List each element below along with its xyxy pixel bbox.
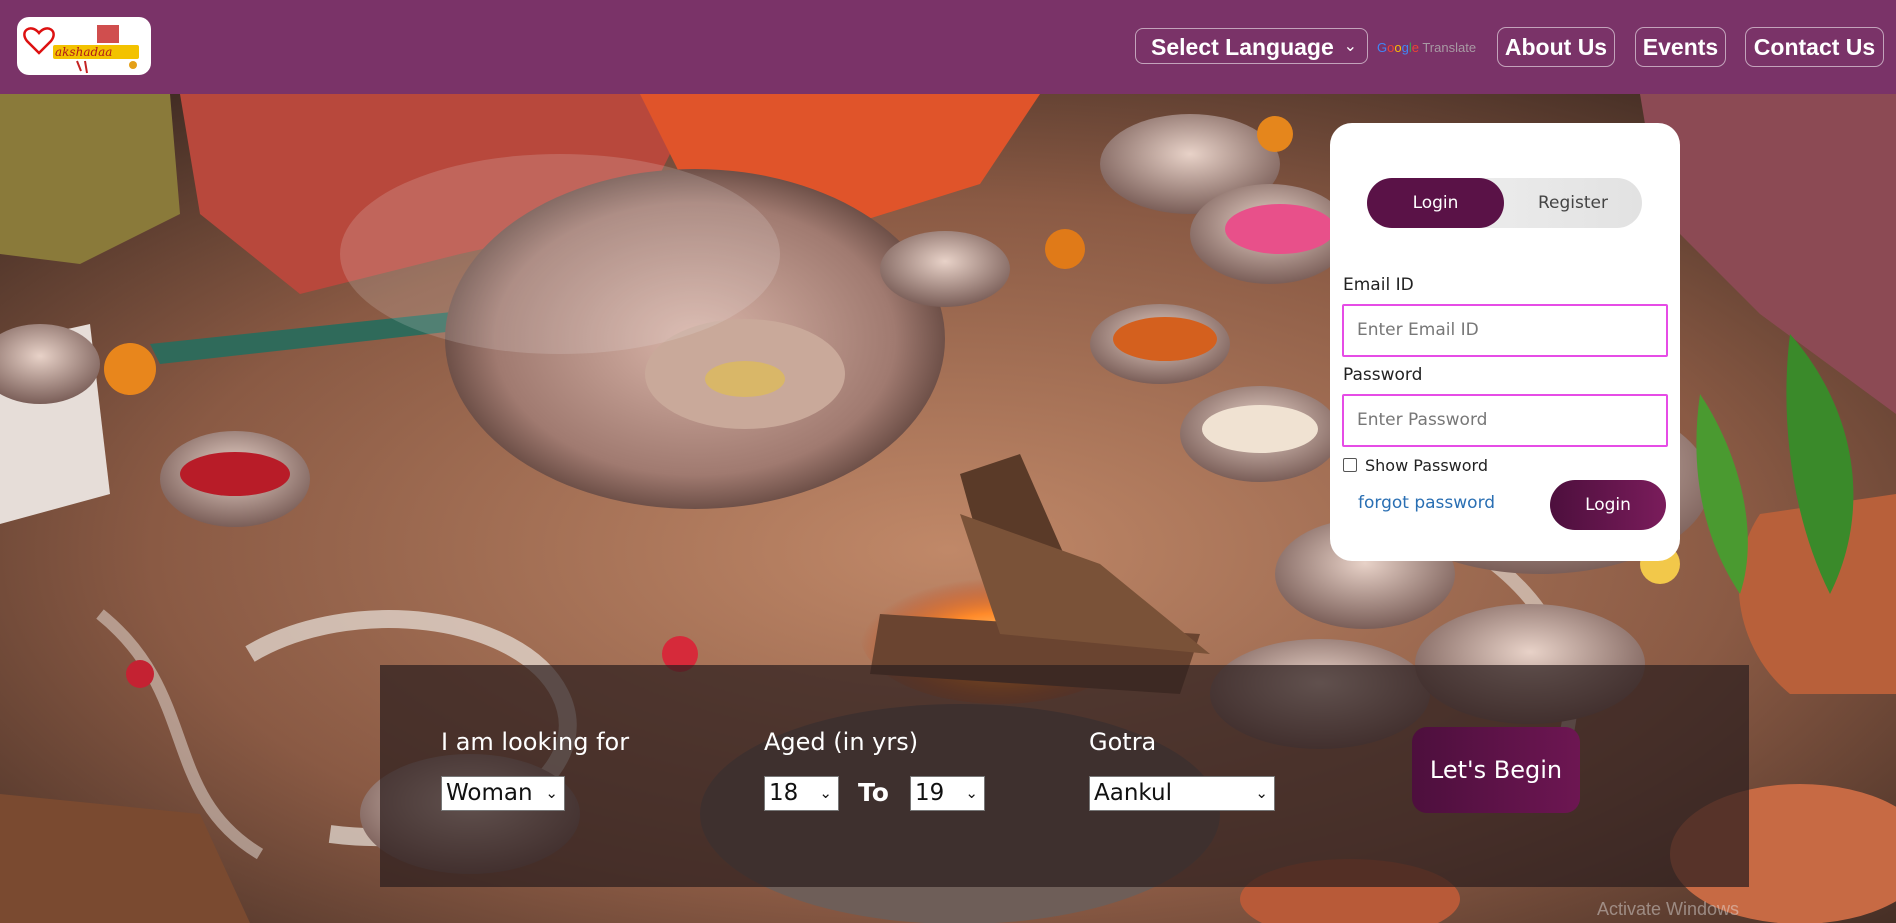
chevron-down-icon: ⌄ bbox=[965, 784, 978, 802]
forgot-password-link[interactable]: forgot password bbox=[1358, 493, 1495, 513]
google-letter: g bbox=[1401, 40, 1409, 55]
language-select-label: Select Language bbox=[1151, 34, 1334, 60]
google-translate-badge[interactable]: Google Translate bbox=[1377, 40, 1476, 55]
age-label: Aged (in yrs) bbox=[764, 728, 919, 756]
brand-logo[interactable]: akshadaa bbox=[17, 17, 151, 75]
top-navbar: akshadaa Select Language ⌄ Google Transl… bbox=[0, 0, 1896, 94]
tab-login[interactable]: Login bbox=[1367, 178, 1504, 228]
age-to-select[interactable]: 19 ⌄ bbox=[910, 776, 985, 811]
age-from-value: 18 bbox=[769, 780, 799, 806]
login-card: Login Register Email ID Enter Email ID P… bbox=[1330, 123, 1680, 561]
password-placeholder: Enter Password bbox=[1357, 410, 1488, 430]
age-to-separator: To bbox=[858, 778, 889, 807]
email-label: Email ID bbox=[1343, 275, 1414, 295]
age-from-select[interactable]: 18 ⌄ bbox=[764, 776, 839, 811]
google-letter: G bbox=[1377, 40, 1388, 55]
email-placeholder: Enter Email ID bbox=[1357, 320, 1479, 340]
password-input[interactable]: Enter Password bbox=[1342, 394, 1668, 447]
nav-about-us[interactable]: About Us bbox=[1497, 27, 1615, 67]
show-password-label: Show Password bbox=[1365, 456, 1488, 475]
nav-contact-us[interactable]: Contact Us bbox=[1745, 27, 1884, 67]
svg-text:akshadaa: akshadaa bbox=[55, 45, 112, 59]
login-submit-button[interactable]: Login bbox=[1550, 480, 1666, 530]
tab-register[interactable]: Register bbox=[1504, 178, 1642, 228]
age-to-value: 19 bbox=[915, 780, 945, 806]
looking-for-value: Woman bbox=[446, 780, 533, 806]
looking-for-label: I am looking for bbox=[441, 728, 630, 756]
chevron-down-icon: ⌄ bbox=[1343, 38, 1357, 55]
show-password-toggle[interactable]: Show Password bbox=[1343, 456, 1488, 475]
chevron-down-icon: ⌄ bbox=[819, 784, 832, 802]
translate-label: Translate bbox=[1422, 40, 1477, 55]
lets-begin-button[interactable]: Let's Begin bbox=[1412, 727, 1580, 813]
gotra-select[interactable]: Aankul ⌄ bbox=[1089, 776, 1275, 811]
chevron-down-icon: ⌄ bbox=[1255, 784, 1268, 802]
gotra-label: Gotra bbox=[1089, 728, 1157, 756]
language-select[interactable]: Select Language ⌄ bbox=[1135, 28, 1368, 64]
nav-events[interactable]: Events bbox=[1635, 27, 1726, 67]
partner-search-panel: I am looking for Woman ⌄ Aged (in yrs) 1… bbox=[380, 665, 1749, 887]
email-input[interactable]: Enter Email ID bbox=[1342, 304, 1668, 357]
looking-for-select[interactable]: Woman ⌄ bbox=[441, 776, 565, 811]
google-letter: o bbox=[1394, 40, 1402, 55]
checkbox-icon[interactable] bbox=[1343, 458, 1357, 472]
chevron-down-icon: ⌄ bbox=[545, 784, 558, 802]
gotra-value: Aankul bbox=[1094, 780, 1172, 806]
os-activation-watermark: Activate Windows bbox=[1597, 899, 1740, 919]
login-register-toggle: Login Register bbox=[1367, 178, 1642, 228]
google-letter: e bbox=[1411, 40, 1419, 55]
logo-icon: akshadaa bbox=[23, 25, 139, 74]
password-label: Password bbox=[1343, 365, 1423, 385]
